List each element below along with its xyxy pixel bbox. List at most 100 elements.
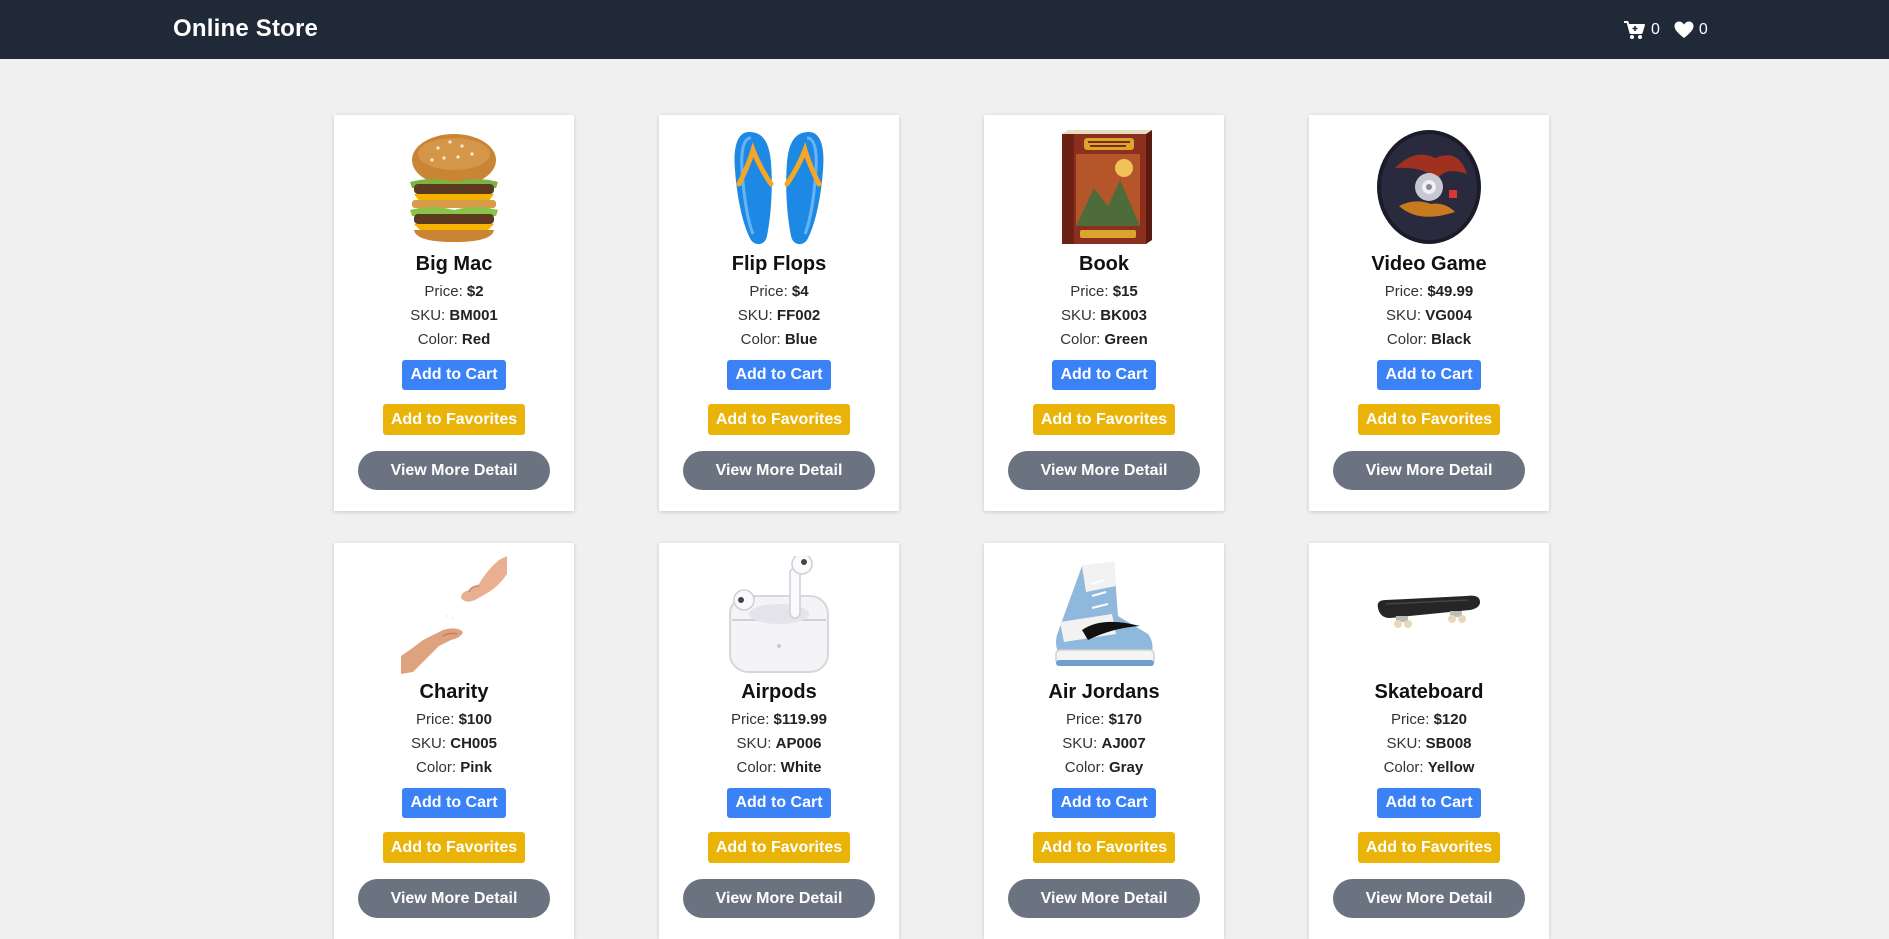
view-more-detail-button[interactable]: View More Detail xyxy=(1333,879,1525,918)
add-to-favorites-button[interactable]: Add to Favorites xyxy=(382,404,526,435)
price-value: $49.99 xyxy=(1427,283,1474,300)
price-line: Price: $170 xyxy=(1062,708,1145,732)
cart-counter[interactable]: 0 xyxy=(1623,20,1660,40)
navbar: Online Store 0 0 xyxy=(0,0,1889,59)
product-name[interactable]: Airpods xyxy=(741,678,817,706)
product-name[interactable]: Air Jordans xyxy=(1048,678,1159,706)
price-label: Price: xyxy=(1070,283,1109,300)
price-line: Price: $2 xyxy=(410,280,498,304)
add-to-cart-button[interactable]: Add to Cart xyxy=(1377,788,1481,818)
sku-value: AP006 xyxy=(775,735,822,752)
price-label: Price: xyxy=(416,711,455,728)
sku-label: SKU: xyxy=(1386,307,1422,324)
color-label: Color: xyxy=(416,759,457,776)
heart-icon xyxy=(1674,21,1694,39)
product-name[interactable]: Skateboard xyxy=(1375,678,1484,706)
price-value: $2 xyxy=(466,283,484,300)
product-name[interactable]: Big Mac xyxy=(416,250,493,278)
color-label: Color: xyxy=(417,331,458,348)
price-label: Price: xyxy=(1066,711,1105,728)
price-line: Price: $49.99 xyxy=(1385,280,1473,304)
sku-label: SKU: xyxy=(737,307,773,324)
product-info: Price: $170 SKU: AJ007 Color: Gray xyxy=(1062,708,1145,780)
sku-value: AJ007 xyxy=(1101,735,1146,752)
add-to-favorites-button[interactable]: Add to Favorites xyxy=(707,832,851,863)
price-value: $4 xyxy=(791,283,809,300)
add-to-cart-button[interactable]: Add to Cart xyxy=(727,360,831,390)
view-more-detail-button[interactable]: View More Detail xyxy=(683,451,875,490)
view-more-detail-button[interactable]: View More Detail xyxy=(683,879,875,918)
color-value: White xyxy=(780,759,822,776)
price-label: Price: xyxy=(731,711,770,728)
add-to-cart-button[interactable]: Add to Cart xyxy=(1377,360,1481,390)
add-to-favorites-button[interactable]: Add to Favorites xyxy=(707,404,851,435)
color-line: Color: Gray xyxy=(1062,756,1145,780)
sku-value: VG004 xyxy=(1425,307,1472,324)
skateboard-image xyxy=(1374,556,1484,674)
add-to-favorites-button[interactable]: Add to Favorites xyxy=(1032,404,1176,435)
view-more-detail-button[interactable]: View More Detail xyxy=(358,451,550,490)
price-label: Price: xyxy=(424,283,463,300)
product-info: Price: $15 SKU: BK003 Color: Green xyxy=(1060,280,1148,352)
price-line: Price: $15 xyxy=(1060,280,1148,304)
product-name[interactable]: Video Game xyxy=(1371,250,1486,278)
view-more-detail-button[interactable]: View More Detail xyxy=(1008,879,1200,918)
add-to-favorites-button[interactable]: Add to Favorites xyxy=(1357,404,1501,435)
product-info: Price: $2 SKU: BM001 Color: Red xyxy=(410,280,498,352)
product-info: Price: $4 SKU: FF002 Color: Blue xyxy=(738,280,821,352)
add-to-favorites-button[interactable]: Add to Favorites xyxy=(1357,832,1501,863)
price-label: Price: xyxy=(1384,283,1424,300)
sku-line: SKU: AJ007 xyxy=(1062,732,1145,756)
favorites-count: 0 xyxy=(1698,20,1708,38)
color-label: Color: xyxy=(740,331,781,348)
color-label: Color: xyxy=(1064,759,1105,776)
sku-value: CH005 xyxy=(450,735,497,752)
sku-label: SKU: xyxy=(1062,735,1098,752)
sku-value: BM001 xyxy=(449,307,498,324)
sku-label: SKU: xyxy=(1386,735,1422,752)
color-label: Color: xyxy=(1386,331,1427,348)
sku-value: SB008 xyxy=(1425,735,1472,752)
product-name[interactable]: Book xyxy=(1079,250,1129,278)
cart-icon xyxy=(1623,20,1646,40)
product-card: Flip Flops Price: $4 SKU: FF002 Color: B… xyxy=(659,115,899,511)
color-value: Gray xyxy=(1108,759,1144,776)
product-card: Charity Price: $100 SKU: CH005 Color: Pi… xyxy=(334,543,574,939)
sku-line: SKU: BK003 xyxy=(1060,304,1148,328)
add-to-favorites-button[interactable]: Add to Favorites xyxy=(382,832,526,863)
color-line: Color: White xyxy=(731,756,827,780)
add-to-cart-button[interactable]: Add to Cart xyxy=(1052,788,1156,818)
product-name[interactable]: Charity xyxy=(420,678,489,706)
color-line: Color: Pink xyxy=(411,756,497,780)
sku-value: FF002 xyxy=(776,307,821,324)
sku-line: SKU: CH005 xyxy=(411,732,497,756)
add-to-cart-button[interactable]: Add to Cart xyxy=(402,360,506,390)
product-card: Skateboard Price: $120 SKU: SB008 Color:… xyxy=(1309,543,1549,939)
view-more-detail-button[interactable]: View More Detail xyxy=(358,879,550,918)
add-to-cart-button[interactable]: Add to Cart xyxy=(402,788,506,818)
add-to-cart-button[interactable]: Add to Cart xyxy=(1052,360,1156,390)
color-line: Color: Green xyxy=(1060,328,1148,352)
add-to-cart-button[interactable]: Add to Cart xyxy=(727,788,831,818)
product-card: Book Price: $15 SKU: BK003 Color: Green … xyxy=(984,115,1224,511)
giving-hands-image xyxy=(399,556,509,674)
sku-line: SKU: SB008 xyxy=(1384,732,1475,756)
sku-label: SKU: xyxy=(736,735,772,752)
color-line: Color: Red xyxy=(410,328,498,352)
product-card: Airpods Price: $119.99 SKU: AP006 Color:… xyxy=(659,543,899,939)
add-to-favorites-button[interactable]: Add to Favorites xyxy=(1032,832,1176,863)
price-line: Price: $120 xyxy=(1384,708,1475,732)
view-more-detail-button[interactable]: View More Detail xyxy=(1008,451,1200,490)
book-image xyxy=(1049,128,1159,246)
color-value: Red xyxy=(461,331,491,348)
flip-flops-image xyxy=(724,128,834,246)
brand-title[interactable]: Online Store xyxy=(173,0,318,59)
view-more-detail-button[interactable]: View More Detail xyxy=(1333,451,1525,490)
product-card: Video Game Price: $49.99 SKU: VG004 Colo… xyxy=(1309,115,1549,511)
price-line: Price: $4 xyxy=(738,280,821,304)
product-name[interactable]: Flip Flops xyxy=(732,250,826,278)
color-line: Color: Black xyxy=(1385,328,1473,352)
favorites-counter[interactable]: 0 xyxy=(1674,21,1708,39)
product-grid: Big Mac Price: $2 SKU: BM001 Color: Red … xyxy=(334,115,1550,939)
price-value: $119.99 xyxy=(773,711,827,728)
